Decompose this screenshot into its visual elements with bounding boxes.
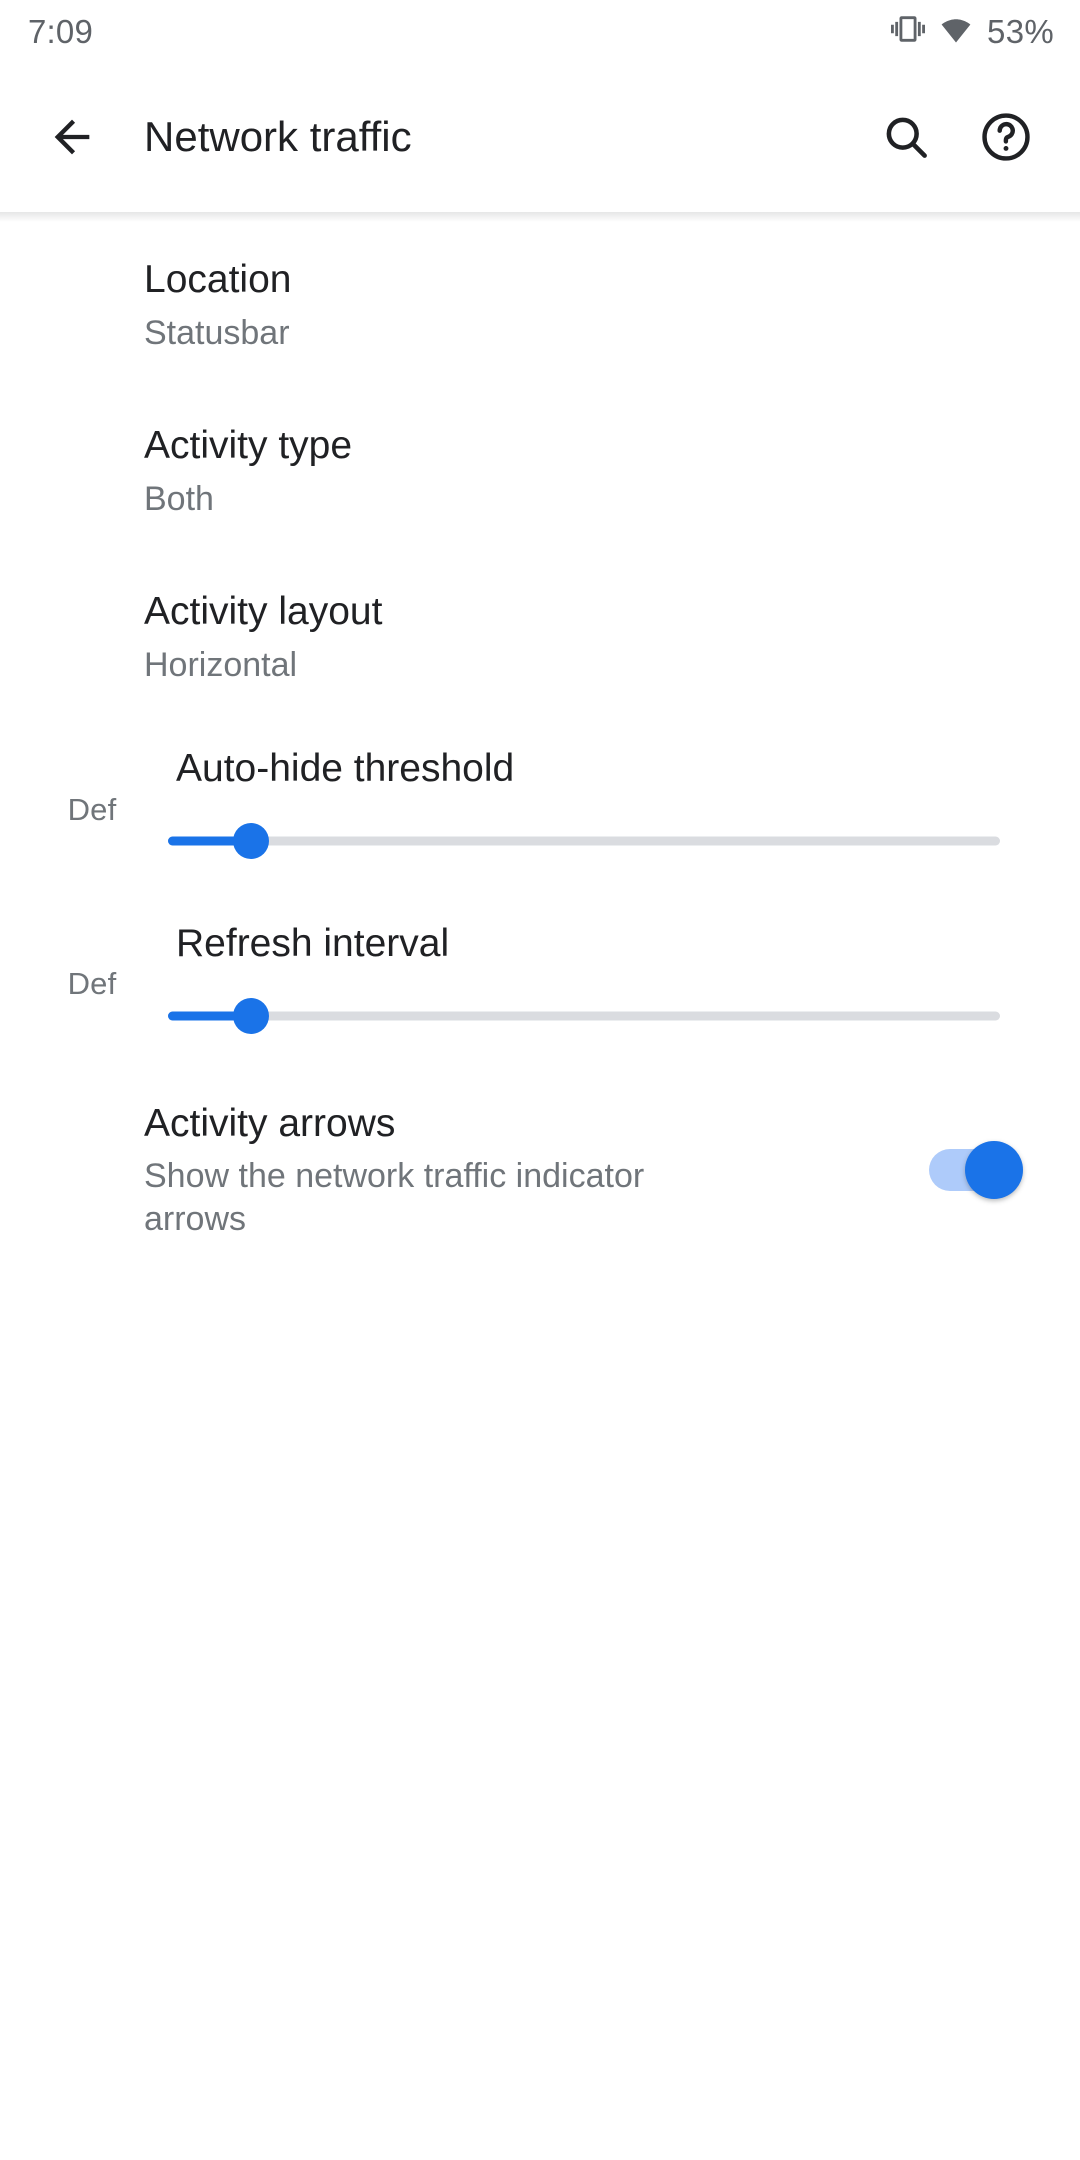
preference-text: Activity arrows Show the network traffic… [24, 1100, 896, 1241]
preference-title: Activity arrows [144, 1101, 396, 1145]
slider-thumb[interactable] [233, 997, 270, 1034]
default-label-text: Def [67, 966, 117, 1002]
preference-text: Location Statusbar [24, 256, 1056, 354]
default-label-text: Def [67, 791, 117, 827]
preference-row-auto-hide-threshold[interactable]: Def Auto-hide threshold [0, 720, 1080, 895]
preference-row-activity-arrows[interactable]: Activity arrows Show the network traffic… [0, 1070, 1080, 1271]
slider-track [168, 836, 1000, 846]
help-circle-icon [982, 113, 1030, 161]
help-button[interactable] [956, 87, 1056, 187]
phone-screen: 7:09 53% Network traffic Location Status… [0, 0, 1080, 2160]
app-bar-actions [856, 87, 1080, 187]
preference-title: Activity type [144, 424, 353, 468]
preference-summary: Both [144, 479, 214, 518]
preference-title: Location [144, 258, 292, 301]
app-bar-divider [0, 212, 1080, 222]
preference-row-refresh-interval[interactable]: Def Refresh interval [0, 895, 1080, 1070]
preference-title: Activity layout [144, 590, 383, 634]
status-bar: 7:09 53% [0, 0, 1080, 62]
search-icon [886, 117, 927, 158]
auto-hide-threshold-slider[interactable] [168, 809, 1000, 873]
preference-row-location[interactable]: Location Statusbar [0, 222, 1080, 388]
back-button[interactable] [24, 89, 120, 185]
slider-track [168, 1011, 1000, 1021]
preference-summary: Statusbar [144, 313, 290, 352]
preference-title: Auto-hide threshold [176, 747, 515, 791]
slider-body: Refresh interval [168, 921, 1056, 1048]
battery-percentage: 53% [987, 12, 1054, 50]
activity-arrows-switch[interactable] [929, 1141, 1023, 1200]
slider-body: Auto-hide threshold [168, 746, 1056, 873]
refresh-interval-slider[interactable] [168, 984, 1000, 1048]
status-bar-icons: 53% [891, 11, 1054, 52]
app-bar: Network traffic [0, 62, 1080, 212]
auto-hide-threshold-default-label: Def [24, 792, 168, 828]
activity-arrows-switch-holder [896, 1141, 1056, 1200]
preference-row-activity-type[interactable]: Activity type Both [0, 388, 1080, 554]
preference-row-activity-layout[interactable]: Activity layout Horizontal [0, 554, 1080, 720]
preference-summary: Show the network traffic indicator arrow… [144, 1157, 645, 1238]
switch-thumb[interactable] [965, 1141, 1023, 1200]
refresh-interval-default-label: Def [24, 966, 168, 1002]
vibrate-icon [891, 12, 926, 51]
page-title: Network traffic [144, 113, 412, 160]
wifi-icon [938, 11, 974, 52]
preference-text: Activity layout Horizontal [24, 588, 1056, 686]
preference-title: Refresh interval [176, 922, 450, 966]
slider-thumb[interactable] [233, 823, 270, 860]
back-arrow-icon [54, 119, 90, 155]
preference-summary: Horizontal [144, 645, 298, 684]
preference-text: Activity type Both [24, 422, 1056, 520]
search-button[interactable] [856, 87, 956, 187]
status-bar-clock: 7:09 [28, 12, 94, 50]
preference-list: Location Statusbar Activity type Both Ac… [0, 222, 1080, 1270]
